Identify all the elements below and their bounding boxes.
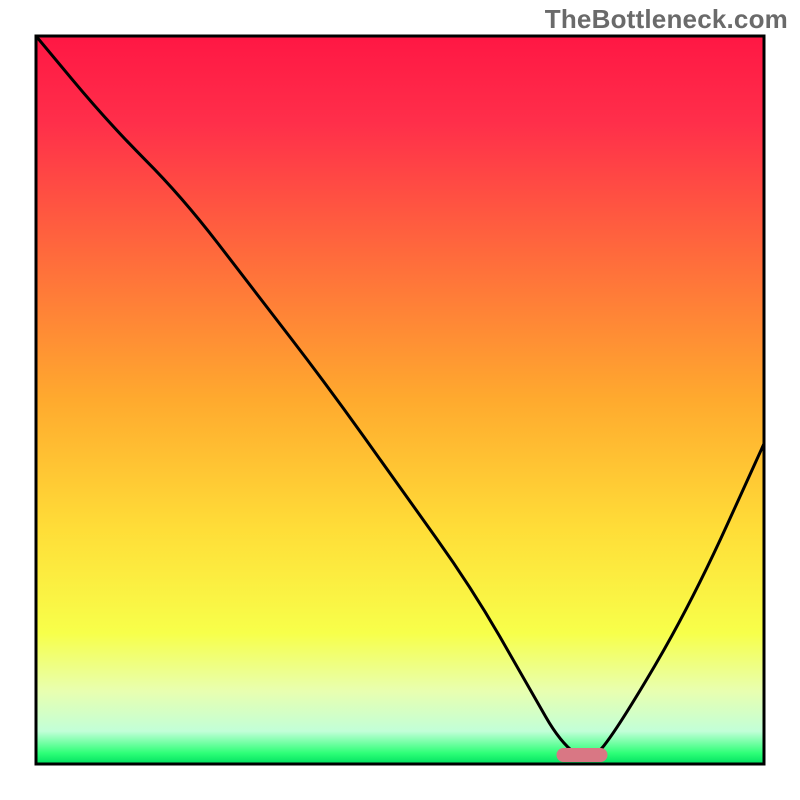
- chart-svg: [0, 0, 800, 800]
- plot-background: [36, 36, 764, 764]
- chart-stage: TheBottleneck.com: [0, 0, 800, 800]
- optimal-marker: [557, 748, 608, 762]
- watermark-label: TheBottleneck.com: [545, 4, 788, 35]
